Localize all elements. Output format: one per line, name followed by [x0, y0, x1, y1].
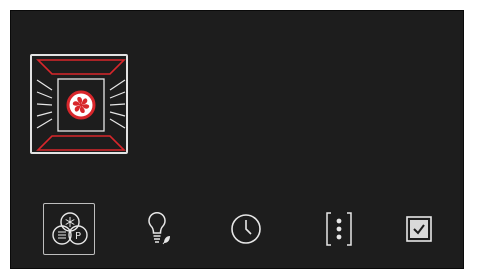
oven-functions-button[interactable]: P	[43, 203, 95, 255]
confirm-button[interactable]	[393, 203, 445, 255]
timer-button[interactable]	[220, 203, 272, 255]
more-menu-icon	[326, 212, 352, 246]
more-options-button[interactable]	[313, 203, 365, 255]
clock-icon	[231, 214, 261, 244]
oven-light-button[interactable]	[131, 203, 183, 255]
oven-functions-icon: P	[52, 212, 88, 245]
convection-fan-icon	[66, 90, 96, 120]
oven-light-eco-icon	[148, 211, 170, 245]
checkbox-checked-icon	[406, 216, 432, 242]
oven-control-panel: P	[10, 10, 464, 269]
oven-cavity-graphic	[36, 59, 126, 151]
heating-mode-tile[interactable]	[30, 54, 128, 154]
svg-text:P: P	[75, 231, 81, 242]
